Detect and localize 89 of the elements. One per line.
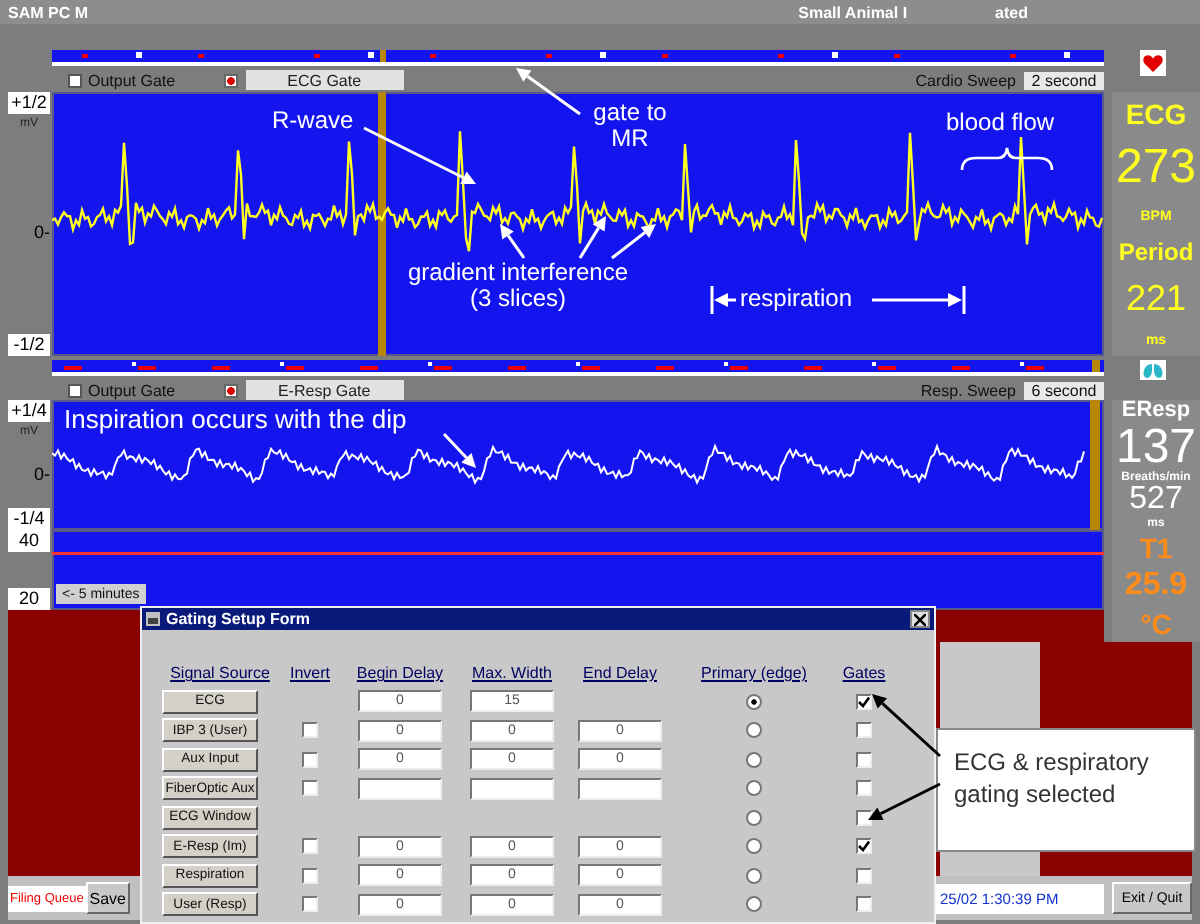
readout-label: ECG — [1125, 100, 1187, 129]
arrow — [611, 224, 656, 260]
scale-label: 20 — [8, 588, 50, 610]
checkbox-label: Output Gate — [88, 381, 176, 399]
callout-text: ECG & respiratory gating selected — [954, 746, 1151, 810]
annotation-text: blood flow — [946, 110, 1055, 136]
arrow — [578, 216, 606, 259]
sweep-field[interactable]: 2 second — [1024, 71, 1104, 89]
annotation-text: Inspiration occurs with the dip — [64, 406, 407, 432]
arrow — [516, 68, 581, 116]
checkbox[interactable] — [302, 867, 318, 883]
checkbox[interactable] — [68, 383, 82, 397]
close-button[interactable] — [910, 610, 930, 628]
dialog-title: Gating Setup Form — [166, 609, 310, 629]
readout-label: Period — [1118, 240, 1194, 265]
annotation-text: gate to MR — [591, 100, 669, 152]
status-text: ated — [995, 3, 1028, 21]
brace — [960, 146, 1054, 171]
radio-button[interactable] — [746, 751, 762, 767]
radio-button[interactable] — [746, 693, 762, 709]
sweep-label: Cardio Sweep — [915, 71, 1016, 89]
sweep-field[interactable]: 6 second — [1024, 381, 1104, 399]
sweep-label: Resp. Sweep — [920, 381, 1016, 399]
radio-button[interactable] — [746, 809, 762, 825]
checkbox[interactable] — [302, 751, 318, 767]
gate-button[interactable]: ECG Gate — [245, 70, 404, 90]
scale-label: 40 — [8, 530, 50, 552]
column-header: Begin Delay — [356, 664, 444, 682]
arrow — [868, 782, 941, 820]
readout-value: 527 — [1129, 484, 1183, 517]
checkbox[interactable] — [856, 780, 872, 796]
column-header: Gates — [842, 664, 886, 682]
delay-field[interactable] — [358, 777, 442, 799]
close-icon — [914, 613, 926, 625]
checkbox[interactable] — [856, 867, 872, 883]
arrow — [500, 224, 526, 259]
arrow — [872, 286, 966, 314]
radio-button[interactable] — [746, 780, 762, 796]
checkbox[interactable] — [856, 751, 872, 767]
radio-button[interactable] — [746, 896, 762, 912]
readout-label: EResp — [1121, 400, 1191, 423]
heart-icon — [1139, 50, 1165, 76]
scale-label: +1/2 — [8, 92, 50, 114]
checkbox-label: Output Gate — [88, 71, 176, 89]
radio-button[interactable] — [746, 722, 762, 738]
window-icon — [146, 612, 160, 626]
column-header: Signal Source — [170, 664, 270, 682]
sweep-cursor — [1090, 400, 1100, 530]
scale-label: -1/4 — [8, 508, 50, 530]
window-title: SAM PC M — [8, 3, 88, 21]
save-button[interactable]: Save — [85, 882, 130, 914]
readout-label: T1 — [1139, 534, 1173, 562]
column-header: Max. Width — [471, 664, 552, 682]
arrow — [363, 126, 476, 184]
column-header: End Delay — [583, 664, 657, 682]
checkbox[interactable] — [856, 693, 872, 709]
radio-button[interactable] — [746, 867, 762, 883]
readout-value: 137 — [1115, 423, 1197, 472]
checkbox[interactable] — [68, 73, 82, 87]
scale-label: -1/2 — [8, 334, 50, 356]
scale-label: +1/4 — [8, 400, 50, 422]
annotation-text: R-wave — [272, 108, 354, 134]
delay-field[interactable] — [578, 777, 662, 799]
checkbox[interactable] — [302, 838, 318, 854]
arrow — [710, 286, 736, 314]
scale-label: 0- — [33, 222, 50, 242]
checkbox[interactable] — [856, 896, 872, 912]
checkbox[interactable] — [856, 838, 872, 854]
radio-button[interactable] — [746, 838, 762, 854]
arrow — [442, 432, 476, 468]
readout-value: 221 — [1125, 280, 1187, 317]
lungs-icon — [1139, 360, 1165, 386]
annotation-text: gradient interference (3 slices) — [405, 260, 631, 312]
annotation-text: respiration — [740, 286, 853, 312]
readout-value: 273 — [1115, 144, 1197, 193]
checkbox[interactable] — [302, 722, 318, 738]
column-header: Primary (edge) — [701, 664, 807, 682]
readout-label: °C — [1140, 610, 1172, 638]
checkbox[interactable] — [856, 809, 872, 825]
gate-button[interactable]: E-Resp Gate — [245, 380, 404, 400]
readout-value: 25.9 — [1124, 570, 1188, 602]
column-header: Invert — [289, 664, 330, 682]
scale-label: 0- — [33, 463, 50, 483]
checkbox[interactable] — [856, 722, 872, 738]
checkbox[interactable] — [302, 896, 318, 912]
arrow — [872, 694, 941, 758]
checkbox[interactable] — [302, 780, 318, 796]
status-text: Small Animal I — [798, 3, 908, 21]
delay-field[interactable] — [470, 777, 554, 799]
